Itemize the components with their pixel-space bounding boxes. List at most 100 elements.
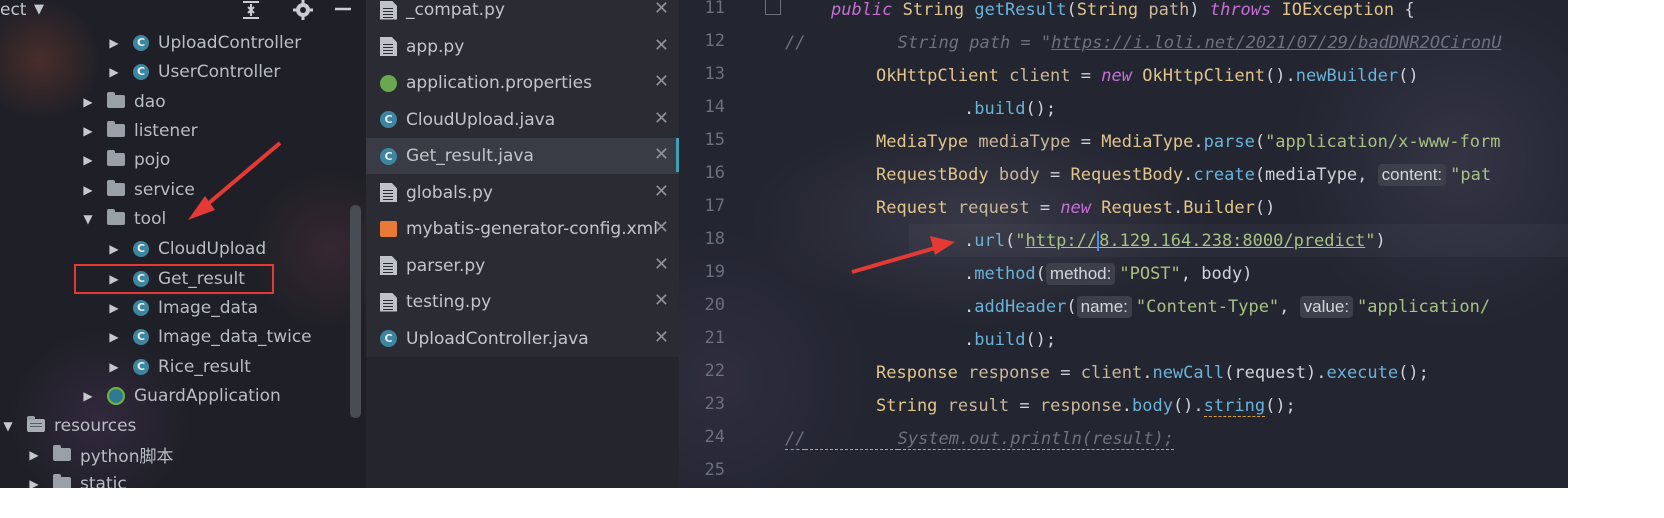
open-file-testing-py[interactable]: testing.py ✕ bbox=[366, 284, 679, 320]
code-line-18[interactable]: .url("http://8.129.164.238:8000/predict"… bbox=[964, 225, 1386, 258]
open-files-panel: _compat.py ✕ app.py ✕ application.properties… bbox=[366, 0, 679, 488]
tree-item-resources[interactable]: ▼ resources bbox=[0, 411, 366, 440]
minimize-icon[interactable] bbox=[333, 0, 353, 24]
method-name: addHeader bbox=[974, 297, 1067, 317]
collapse-all-icon[interactable] bbox=[240, 0, 262, 26]
code-line-13[interactable]: OkHttpClient client = new OkHttpClient()… bbox=[876, 60, 1419, 93]
punctuation: () bbox=[1254, 198, 1276, 218]
close-icon[interactable]: ✕ bbox=[654, 327, 669, 348]
close-icon[interactable]: ✕ bbox=[654, 144, 669, 165]
collapsed-arrow-icon[interactable]: ▶ bbox=[80, 389, 96, 403]
open-file-label: mybatis-generator-config.xml bbox=[406, 219, 658, 239]
code-line-14[interactable]: .build(); bbox=[964, 93, 1056, 126]
tree-item-image-data-twice[interactable]: ▶ C Image_data_twice bbox=[0, 322, 366, 351]
tree-item-listener[interactable]: ▶ listener bbox=[0, 116, 366, 145]
url-link[interactable]: http:// bbox=[1025, 231, 1097, 251]
code-line-15[interactable]: MediaType mediaType = MediaType.parse("a… bbox=[876, 126, 1500, 159]
close-icon[interactable]: ✕ bbox=[654, 217, 669, 238]
comment-url[interactable]: https://i.loli.net/2021/07/29/badDNR2OCi… bbox=[1051, 33, 1501, 53]
collapsed-arrow-icon[interactable]: ▶ bbox=[80, 153, 96, 167]
close-icon[interactable]: ✕ bbox=[654, 35, 669, 56]
open-file-compat-py[interactable]: _compat.py ✕ bbox=[366, 0, 679, 28]
line-number: 21 bbox=[704, 328, 725, 348]
line-number: 12 bbox=[704, 31, 725, 51]
collapsed-arrow-icon[interactable]: ▶ bbox=[106, 360, 122, 374]
open-file-application-properties[interactable]: application.properties ✕ bbox=[366, 65, 679, 101]
chevron-down-icon[interactable]: ▼ bbox=[34, 2, 44, 17]
collapsed-arrow-icon[interactable]: ▶ bbox=[106, 36, 122, 50]
close-icon[interactable]: ✕ bbox=[654, 290, 669, 311]
code-line-17[interactable]: Request request = new Request.Builder() bbox=[876, 192, 1275, 225]
collapsed-arrow-icon[interactable]: ▶ bbox=[26, 477, 42, 489]
folder-icon bbox=[107, 180, 125, 196]
code-line-22[interactable]: Response response = client.newCall(reque… bbox=[876, 357, 1429, 390]
collapsed-arrow-icon[interactable]: ▶ bbox=[106, 330, 122, 344]
code-line-19[interactable]: .method(method: "POST", body) bbox=[964, 258, 1252, 291]
tree-item-tool[interactable]: ▼ tool bbox=[0, 204, 366, 233]
close-icon[interactable]: ✕ bbox=[654, 71, 669, 92]
open-file-get-result-java[interactable]: C Get_result.java ✕ bbox=[366, 138, 679, 174]
code-line-23[interactable]: String result = response.body().string()… bbox=[876, 390, 1296, 423]
code-line-20[interactable]: .addHeader(name: "Content-Type", value: "a… bbox=[964, 291, 1490, 324]
punctuation: . bbox=[1193, 132, 1204, 152]
code-line-24[interactable]: // System.out.println(result); bbox=[785, 423, 1174, 456]
project-title[interactable]: ect bbox=[0, 0, 26, 20]
tree-item-python[interactable]: ▶ python脚本 bbox=[0, 440, 366, 469]
comment-text: String path = " bbox=[897, 33, 1052, 53]
code-editor[interactable]: 11 12 13 14 15 16 17 18 19 20 21 22 23 24 25 public St… bbox=[679, 0, 1568, 488]
java-class-icon: C bbox=[133, 240, 149, 257]
project-scrollbar[interactable] bbox=[350, 205, 361, 418]
close-icon[interactable]: ✕ bbox=[654, 181, 669, 202]
close-icon[interactable]: ✕ bbox=[654, 254, 669, 275]
open-file-parser-py[interactable]: parser.py ✕ bbox=[366, 248, 679, 284]
expanded-arrow-icon[interactable]: ▼ bbox=[0, 419, 16, 433]
java-class-icon: C bbox=[133, 299, 149, 316]
close-icon[interactable]: ✕ bbox=[654, 108, 669, 129]
collapsed-arrow-icon[interactable]: ▶ bbox=[26, 448, 42, 462]
collapsed-arrow-icon[interactable]: ▶ bbox=[80, 124, 96, 138]
tree-item-label: Image_data_twice bbox=[158, 326, 312, 347]
collapsed-arrow-icon[interactable]: ▶ bbox=[106, 301, 122, 315]
fold-marker-icon[interactable] bbox=[765, 0, 781, 15]
punctuation: (). bbox=[1172, 396, 1204, 416]
collapsed-arrow-icon[interactable]: ▶ bbox=[106, 242, 122, 256]
open-file-app-py[interactable]: app.py ✕ bbox=[366, 29, 679, 65]
method-name: newBuilder bbox=[1295, 66, 1399, 86]
open-file-uploadcontroller-java[interactable]: C UploadController.java ✕ bbox=[366, 321, 679, 357]
tree-item-rice-result[interactable]: ▶ C Rice_result bbox=[0, 352, 366, 381]
spring-app-icon bbox=[107, 386, 125, 405]
close-icon[interactable]: ✕ bbox=[654, 0, 669, 19]
tree-item-dao[interactable]: ▶ dao bbox=[0, 87, 366, 116]
collapsed-arrow-icon[interactable]: ▶ bbox=[106, 65, 122, 79]
open-file-mybatis-generator-config-xml[interactable]: mybatis-generator-config.xml ✕ bbox=[366, 211, 679, 247]
tree-item-pojo[interactable]: ▶ pojo bbox=[0, 145, 366, 174]
collapsed-arrow-icon[interactable]: ▶ bbox=[80, 183, 96, 197]
punctuation: . bbox=[1121, 396, 1132, 416]
expanded-arrow-icon[interactable]: ▼ bbox=[80, 212, 96, 226]
open-file-label: parser.py bbox=[406, 255, 486, 276]
code-line-16[interactable]: RequestBody body = RequestBody.create(me… bbox=[876, 159, 1491, 192]
line-number: 11 bbox=[704, 0, 725, 18]
line-number: 24 bbox=[704, 427, 725, 447]
type-name: Builder bbox=[1183, 198, 1255, 218]
line-number: 19 bbox=[704, 262, 725, 282]
tree-item-image-data[interactable]: ▶ C Image_data bbox=[0, 293, 366, 322]
code-line-12[interactable]: // String path = "https://i.loli.net/202… bbox=[785, 27, 1501, 60]
punctuation: ( bbox=[1254, 132, 1266, 152]
open-file-globals-py[interactable]: globals.py ✕ bbox=[366, 175, 679, 211]
code-line-11[interactable]: public String getResult(String path) thr… bbox=[831, 0, 1415, 27]
tree-item-guardapplication[interactable]: ▶ GuardApplication bbox=[0, 381, 366, 410]
open-file-cloudupload-java[interactable]: C CloudUpload.java ✕ bbox=[366, 102, 679, 138]
url-link[interactable]: 8.129.164.238:8000/predict bbox=[1099, 231, 1365, 251]
tree-item-uploadcontroller[interactable]: ▶ C UploadController bbox=[0, 28, 366, 57]
tree-item-usercontroller[interactable]: ▶ C UserController bbox=[0, 57, 366, 86]
open-file-label: UploadController.java bbox=[406, 328, 589, 349]
tree-item-service[interactable]: ▶ service bbox=[0, 175, 366, 204]
code-line-21[interactable]: .build(); bbox=[964, 324, 1056, 357]
tree-item-cloudupload[interactable]: ▶ C CloudUpload bbox=[0, 234, 366, 263]
punctuation: . bbox=[1142, 363, 1153, 383]
tree-item-static[interactable]: ▶ static bbox=[0, 469, 366, 488]
gear-icon[interactable] bbox=[292, 0, 314, 26]
collapsed-arrow-icon[interactable]: ▶ bbox=[80, 95, 96, 109]
comment-marker: // bbox=[785, 429, 806, 450]
